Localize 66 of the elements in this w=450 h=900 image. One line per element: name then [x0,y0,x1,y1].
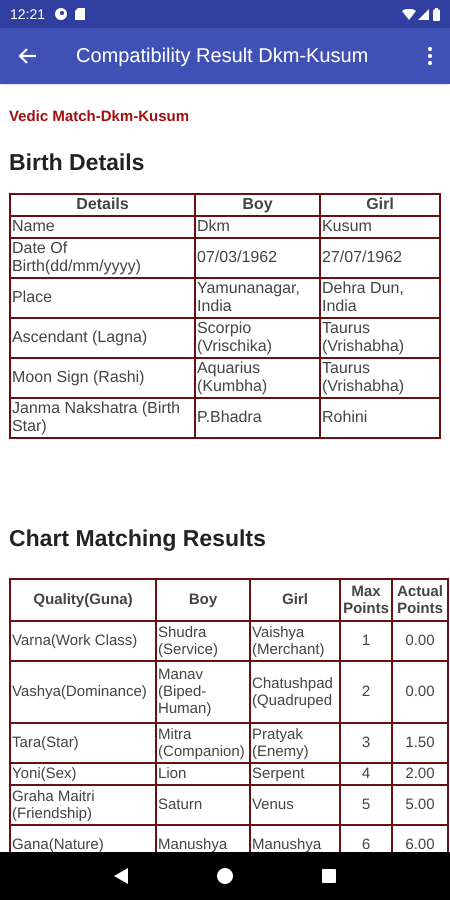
table-cell: Rohini [320,398,440,438]
column-header: Boy [195,194,320,216]
column-header: Details [10,194,195,216]
wifi-icon [402,8,416,20]
section-heading: Birth Details [9,148,146,176]
column-header: Girl [250,578,340,620]
column-header: Girl [320,194,440,216]
more-vertical-icon [428,47,432,65]
status-time: 12:21 [10,4,46,24]
table-cell: Moon Sign (Rashi) [10,358,195,398]
table-cell: Varna(Work Class) [10,620,156,660]
table-cell: 1 [340,620,392,660]
column-header: Max Points [340,578,392,620]
table-cell: Dkm [195,216,320,238]
table-cell: Saturn [156,784,250,824]
sd-card-icon [75,8,86,20]
column-header: Actual Points [392,578,448,620]
table-cell: Mitra (Companion) [156,722,250,762]
match-subtitle: Vedic Match-Dkm-Kusum [9,107,190,127]
table-cell: 1.50 [392,722,448,762]
table-cell: Tara(Star) [10,722,156,762]
table-cell: Graha Maitri (Friendship) [10,784,156,824]
table-cell: Taurus (Vrishabha) [320,358,440,398]
signal-icon [418,8,429,20]
table-cell: 5.00 [392,784,448,824]
table-cell: Shudra (Service) [156,620,250,660]
table-cell: Yamunanagar, India [195,278,320,318]
back-arrow-icon [19,48,37,64]
table-cell: Aquarius (Kumbha) [195,358,320,398]
table-cell: 5 [340,784,392,824]
table-cell: Kusum [320,216,440,238]
table-cell: Pratyak (Enemy) [250,722,340,762]
column-header: Quality(Guna) [10,578,156,620]
table-cell: 2.00 [392,762,448,784]
table-cell: 0.00 [392,620,448,660]
table-cell: 0.00 [392,660,448,722]
table-cell: Taurus (Vrishabha) [320,318,440,358]
recents-square-icon[interactable] [322,869,336,883]
table-cell: 4 [340,762,392,784]
table-cell: Vaishya (Merchant) [250,620,340,660]
table-cell: 07/03/1962 [195,238,320,278]
table-cell: Ascendant (Lagna) [10,318,195,358]
table-cell: Yoni(Sex) [10,762,156,784]
table-cell: Date Of Birth(dd/mm/yyyy) [10,238,195,278]
table-cell: Janma Nakshatra (Birth Star) [10,398,195,438]
table-cell: Place [10,278,195,318]
table-cell: Lion [156,762,250,784]
table-cell: 27/07/1962 [320,238,440,278]
home-circle-icon[interactable] [216,868,233,884]
table-cell: Venus [250,784,340,824]
notification-icon [55,8,68,20]
table-cell: P.Bhadra [195,398,320,438]
table-cell: 2 [340,660,392,722]
section-heading: Chart Matching Results [9,524,267,553]
table-cell: Dehra Dun, India [320,278,440,318]
table-cell: Chatushpad (Quadruped [250,660,340,722]
back-triangle-icon[interactable] [114,868,128,884]
table-cell: Scorpio (Vrischika) [195,318,320,358]
table-cell: Serpent [250,762,340,784]
table-cell: Manav (Biped-Human) [156,660,250,722]
table-cell: Vashya(Dominance) [10,660,156,722]
table-cell: Name [10,216,195,238]
table-cell: 3 [340,722,392,762]
app-bar-title: Compatibility Result Dkm-Kusum [76,44,370,69]
column-header: Boy [156,578,250,620]
battery-icon [433,8,440,20]
